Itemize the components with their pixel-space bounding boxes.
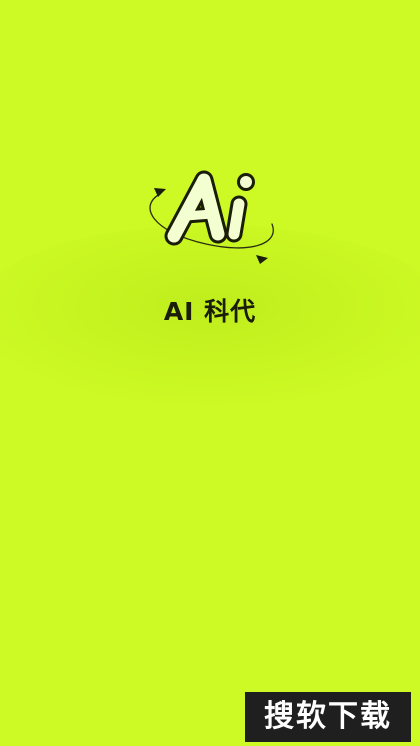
ai-orbit-logo-icon — [149, 170, 274, 264]
app-name: AI 科代 — [163, 297, 257, 326]
watermark-text: 搜软下载 — [264, 699, 392, 734]
watermark-badge: 搜软下载 — [245, 692, 411, 742]
splash-screen: AI 科代 搜软下载 — [0, 0, 420, 746]
